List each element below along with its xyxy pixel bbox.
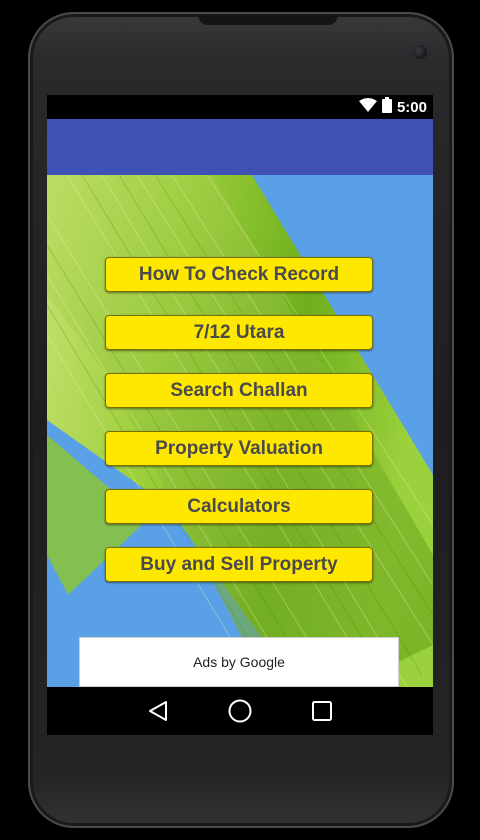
wifi-icon bbox=[358, 98, 377, 116]
recents-icon[interactable] bbox=[308, 697, 336, 725]
main-content: How To Check Record 7/12 Utara Search Ch… bbox=[47, 175, 433, 687]
app-bar bbox=[47, 119, 433, 175]
status-time: 5:00 bbox=[396, 98, 427, 116]
calculators-button[interactable]: Calculators bbox=[105, 489, 373, 524]
back-icon[interactable] bbox=[144, 697, 172, 725]
earpiece-speaker bbox=[198, 15, 338, 25]
device-screen: 5:00 How To Check Record 7/12 Utara Sear… bbox=[47, 95, 433, 735]
utara-7-12-button[interactable]: 7/12 Utara bbox=[105, 315, 373, 350]
search-challan-button[interactable]: Search Challan bbox=[105, 373, 373, 408]
property-valuation-label: Property Valuation bbox=[155, 437, 323, 459]
utara-7-12-label: 7/12 Utara bbox=[193, 321, 285, 343]
how-to-check-record-label: How To Check Record bbox=[138, 263, 340, 285]
ad-banner[interactable]: Ads by Google bbox=[79, 637, 399, 687]
navigation-bar bbox=[47, 687, 433, 735]
status-bar: 5:00 bbox=[47, 95, 433, 119]
buy-and-sell-property-button[interactable]: Buy and Sell Property bbox=[105, 547, 373, 582]
battery-icon bbox=[381, 97, 392, 117]
buy-and-sell-property-label: Buy and Sell Property bbox=[140, 553, 338, 575]
search-challan-label: Search Challan bbox=[170, 379, 308, 401]
how-to-check-record-button[interactable]: How To Check Record bbox=[105, 257, 373, 292]
ad-label: Ads by Google bbox=[193, 654, 285, 670]
home-icon[interactable] bbox=[226, 697, 254, 725]
front-camera bbox=[413, 45, 427, 59]
status-icons: 5:00 bbox=[358, 97, 427, 117]
calculators-label: Calculators bbox=[187, 495, 291, 517]
property-valuation-button[interactable]: Property Valuation bbox=[105, 431, 373, 466]
